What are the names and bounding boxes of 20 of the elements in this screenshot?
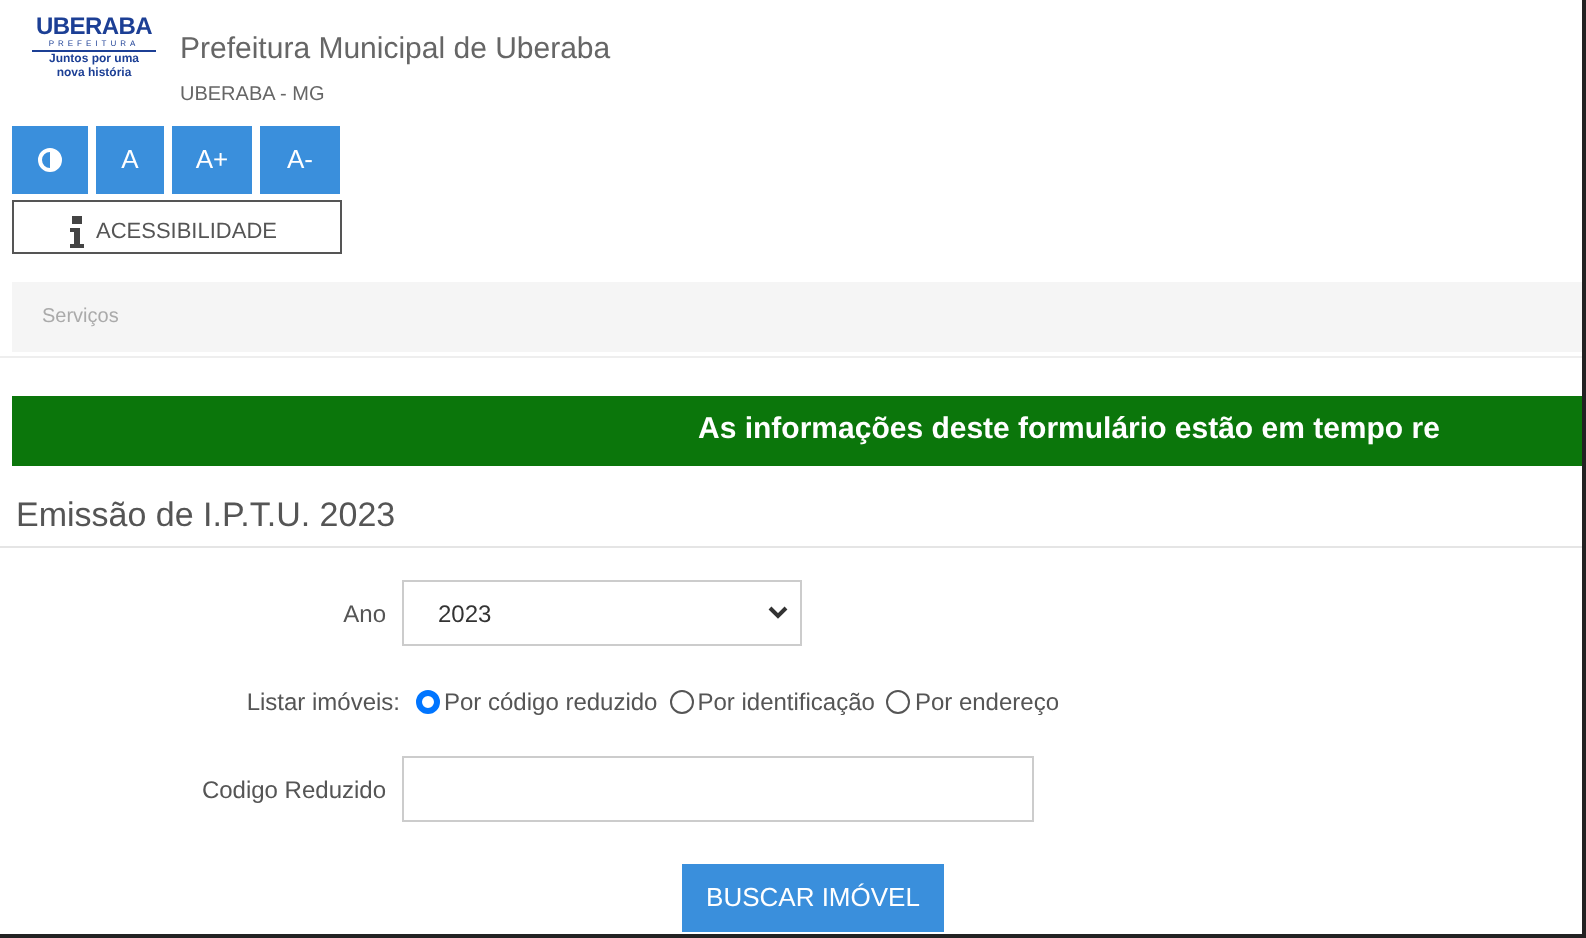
site-title: Prefeitura Municipal de Uberaba xyxy=(180,30,611,70)
chevron-down-icon xyxy=(768,606,788,620)
list-by-label: Listar imóveis: xyxy=(244,686,402,720)
contrast-icon xyxy=(38,148,62,172)
radio-option[interactable]: Por código reduzido xyxy=(416,684,658,720)
radio-button[interactable] xyxy=(416,690,440,714)
year-select[interactable]: 2023 xyxy=(402,580,802,646)
radio-option[interactable]: Por endereço xyxy=(886,684,1059,720)
accessibility-link[interactable]: ACESSIBILIDADE xyxy=(12,200,342,254)
code-input[interactable] xyxy=(402,756,1034,822)
code-label: Codigo Reduzido xyxy=(199,773,388,807)
info-icon xyxy=(70,216,84,248)
banner-text: As informações deste formulário estão em tempo re xyxy=(698,410,1440,451)
radio-button[interactable] xyxy=(886,690,911,714)
year-label: Ano xyxy=(341,597,388,631)
radio-button[interactable] xyxy=(669,690,694,714)
radio-option[interactable]: Por identificação xyxy=(669,684,875,720)
location-text: UBERABA - MG xyxy=(180,82,327,110)
form-title: Emissão de I.P.T.U. 2023 xyxy=(16,494,398,538)
contrast-button[interactable] xyxy=(12,126,88,194)
